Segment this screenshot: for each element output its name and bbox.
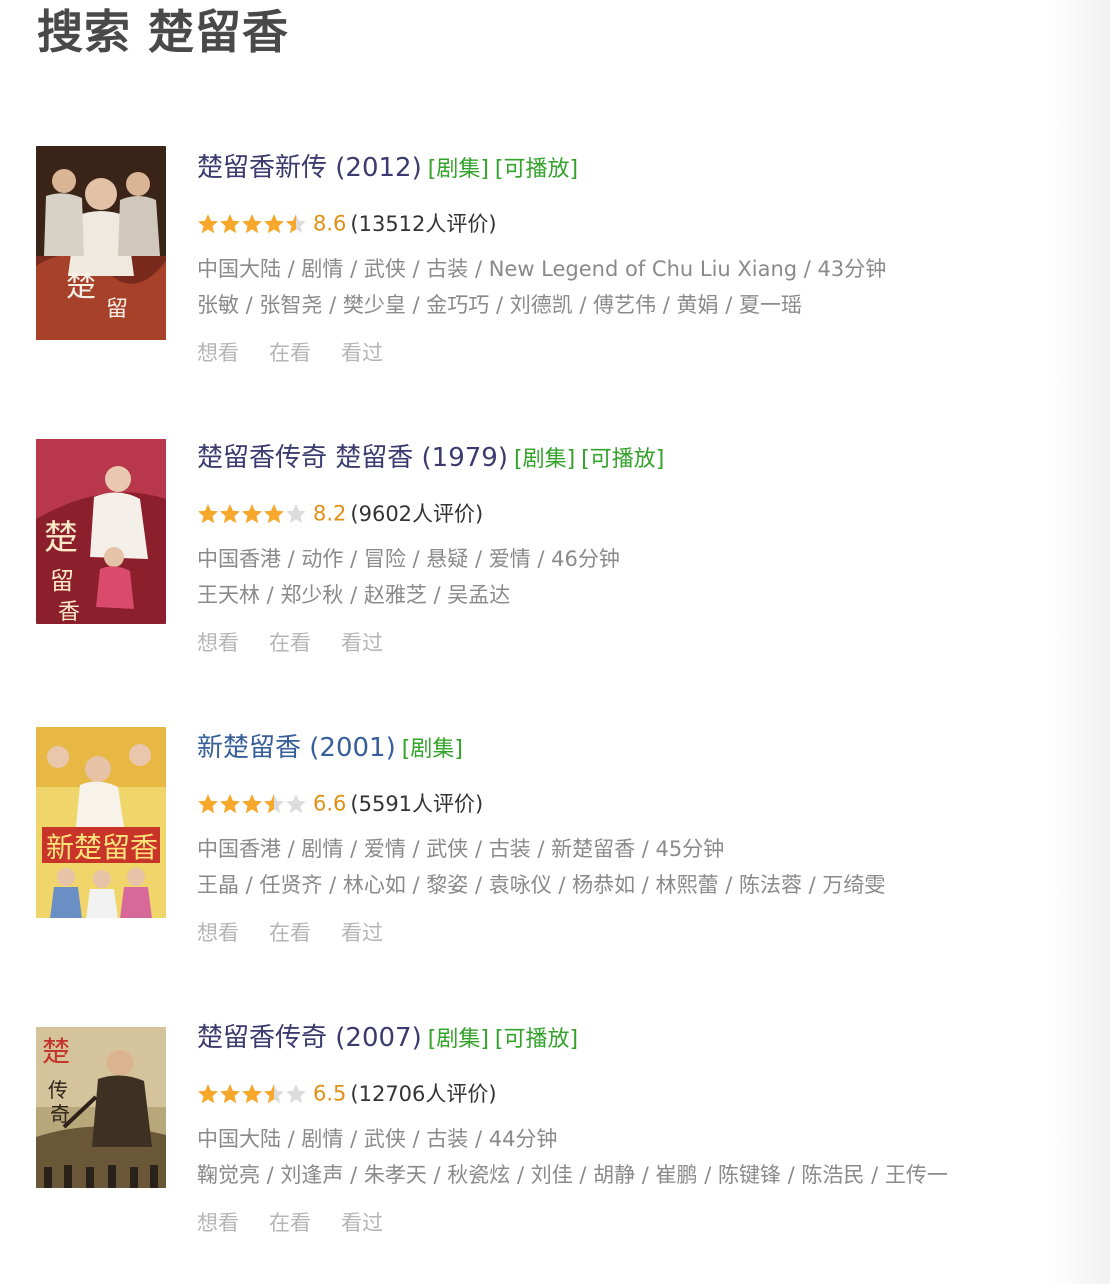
tag-playable[interactable]: [可播放] bbox=[495, 1027, 578, 1052]
result-title-link[interactable]: 楚留香传奇 楚留香 (1979) bbox=[197, 443, 508, 473]
rating-score: 8.2 bbox=[313, 501, 347, 526]
page-title: 搜索 楚留香 bbox=[37, 5, 290, 59]
star-icon bbox=[198, 1083, 218, 1103]
rating-score: 6.5 bbox=[313, 1081, 347, 1106]
svg-text:新楚留香: 新楚留香 bbox=[46, 831, 158, 864]
star-icon bbox=[242, 213, 262, 233]
result-cast: 王晶 / 任贤齐 / 林心如 / 黎姿 / 袁咏仪 / 杨恭如 / 林熙蕾 / … bbox=[197, 873, 886, 897]
svg-text:奇: 奇 bbox=[50, 1102, 70, 1126]
svg-text:香: 香 bbox=[58, 600, 80, 624]
poster-image[interactable]: 楚 留 bbox=[36, 146, 166, 340]
tag-series: [剧集] bbox=[427, 1027, 489, 1052]
rating-votes: (9602人评价) bbox=[350, 501, 484, 526]
result-title[interactable]: 楚留香传奇 楚留香 bbox=[197, 443, 413, 473]
want-to-watch-button[interactable]: 想看 bbox=[197, 1211, 239, 1235]
watching-button[interactable]: 在看 bbox=[269, 631, 311, 655]
result-cast: 鞠觉亮 / 刘逢声 / 朱孝天 / 秋瓷炫 / 刘佳 / 胡静 / 崔鹏 / 陈… bbox=[197, 1163, 948, 1187]
result-year[interactable]: (2001) bbox=[309, 733, 395, 763]
poster-image[interactable]: 楚 传 奇 bbox=[36, 1016, 166, 1188]
svg-text:留: 留 bbox=[106, 297, 128, 322]
want-to-watch-button[interactable]: 想看 bbox=[197, 341, 239, 365]
tag-series: [剧集] bbox=[514, 447, 576, 472]
star-icon bbox=[286, 503, 306, 523]
star-icon bbox=[198, 503, 218, 523]
poster-image[interactable]: 新楚留香 bbox=[36, 726, 166, 918]
watched-button[interactable]: 看过 bbox=[341, 341, 383, 365]
svg-text:楚: 楚 bbox=[44, 518, 78, 558]
result-abstract: 中国香港 / 动作 / 冒险 / 悬疑 / 爱情 / 46分钟 bbox=[197, 547, 620, 571]
watched-button[interactable]: 看过 bbox=[341, 921, 383, 945]
star-icon bbox=[264, 1083, 284, 1103]
svg-text:传: 传 bbox=[48, 1078, 68, 1102]
tag-series: [剧集] bbox=[401, 737, 463, 762]
star-icon bbox=[198, 213, 218, 233]
result-title-link[interactable]: 楚留香新传 (2012) bbox=[197, 153, 422, 183]
star-icon bbox=[286, 213, 306, 233]
star-icon bbox=[242, 1083, 262, 1103]
star-icon bbox=[220, 793, 240, 813]
watched-button[interactable]: 看过 bbox=[341, 1211, 383, 1235]
result-year[interactable]: (2007) bbox=[335, 1023, 421, 1053]
watching-button[interactable]: 在看 bbox=[269, 1211, 311, 1235]
svg-text:楚: 楚 bbox=[42, 1035, 70, 1068]
star-icon bbox=[286, 793, 306, 813]
tag-playable[interactable]: [可播放] bbox=[581, 447, 664, 472]
result-cast: 张敏 / 张智尧 / 樊少皇 / 金巧巧 / 刘德凯 / 傅艺伟 / 黄娟 / … bbox=[197, 293, 802, 317]
svg-text:楚: 楚 bbox=[66, 269, 96, 304]
result-title-link[interactable]: 楚留香传奇 (2007) bbox=[197, 1023, 422, 1053]
watched-button[interactable]: 看过 bbox=[341, 631, 383, 655]
search-result-item: 楚 留 香 楚留香传奇 楚留香 (1979) [剧集] [可播放] 8.2 (9602… bbox=[36, 436, 1076, 686]
search-result-item: 楚 留 楚留香新传 (2012) [剧集] [可播放] 8.6 (13512人评价) … bbox=[36, 146, 1076, 396]
star-icon bbox=[242, 793, 262, 813]
tag-playable[interactable]: [可播放] bbox=[495, 157, 578, 182]
star-icon bbox=[198, 793, 218, 813]
watching-button[interactable]: 在看 bbox=[269, 341, 311, 365]
watching-button[interactable]: 在看 bbox=[269, 921, 311, 945]
star-icon bbox=[264, 503, 284, 523]
result-abstract: 中国香港 / 剧情 / 爱情 / 武侠 / 古装 / 新楚留香 / 45分钟 bbox=[197, 837, 725, 861]
result-abstract: 中国大陆 / 剧情 / 武侠 / 古装 / 44分钟 bbox=[197, 1127, 558, 1151]
star-icon bbox=[220, 1083, 240, 1103]
result-title-link[interactable]: 新楚留香 (2001) bbox=[197, 733, 396, 763]
rating-stars bbox=[197, 1083, 307, 1105]
star-icon bbox=[220, 503, 240, 523]
tag-series: [剧集] bbox=[427, 157, 489, 182]
rating-votes: (13512人评价) bbox=[350, 211, 497, 236]
rating-stars bbox=[197, 793, 307, 815]
want-to-watch-button[interactable]: 想看 bbox=[197, 921, 239, 945]
rating-stars bbox=[197, 503, 307, 525]
star-icon bbox=[264, 213, 284, 233]
rating-score: 8.6 bbox=[313, 211, 347, 236]
result-cast: 王天林 / 郑少秋 / 赵雅芝 / 吴孟达 bbox=[197, 583, 511, 607]
result-year[interactable]: (1979) bbox=[422, 443, 508, 473]
search-result-item: 楚 传 奇 楚留香传奇 (2007) [剧集] [可播放] 6.5 (12706人评价… bbox=[36, 1016, 1076, 1266]
want-to-watch-button[interactable]: 想看 bbox=[197, 631, 239, 655]
svg-text:留: 留 bbox=[50, 567, 74, 595]
rating-votes: (12706人评价) bbox=[350, 1081, 497, 1106]
result-year[interactable]: (2012) bbox=[335, 153, 421, 183]
search-result-item: 新楚留香 新楚留香 (2001) [剧集] 6.6 (5591人评价) 中国香港 /… bbox=[36, 726, 1076, 976]
rating-votes: (5591人评价) bbox=[350, 791, 484, 816]
result-title[interactable]: 新楚留香 bbox=[197, 733, 301, 763]
star-icon bbox=[242, 503, 262, 523]
star-icon bbox=[264, 793, 284, 813]
result-title[interactable]: 楚留香传奇 bbox=[197, 1023, 327, 1053]
poster-image[interactable]: 楚 留 香 bbox=[36, 436, 166, 624]
rating-score: 6.6 bbox=[313, 791, 347, 816]
result-title[interactable]: 楚留香新传 bbox=[197, 153, 327, 183]
star-icon bbox=[220, 213, 240, 233]
star-icon bbox=[286, 1083, 306, 1103]
rating-stars bbox=[197, 213, 307, 235]
result-abstract: 中国大陆 / 剧情 / 武侠 / 古装 / New Legend of Chu … bbox=[197, 257, 887, 281]
